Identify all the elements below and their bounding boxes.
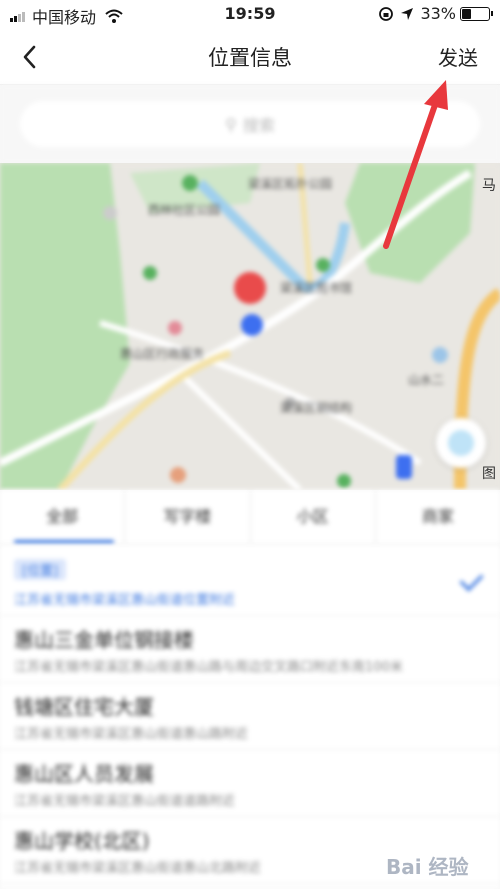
current-location-tag: [位置] [14,559,67,580]
tab-shops[interactable]: 商家 [376,490,500,544]
search-icon: ⚲ [225,114,237,134]
search-input[interactable]: ⚲ 搜索 [20,101,480,147]
map-edge-label-bottom: 图 [482,466,496,482]
locate-button[interactable] [436,418,486,468]
list-item[interactable]: 惠山区人员发展 江苏省无锡市梁溪区惠山街道道路附近 [0,750,500,817]
status-bar: 中国移动 19:59 33% [0,0,500,30]
map-poi-label: 惠山区行政服务 [120,347,205,361]
map-poi-label: 西林社区公园 [148,203,221,217]
orientation-lock-icon [379,6,394,21]
battery-fill [462,8,472,19]
page-title: 位置信息 [208,46,292,70]
tab-all[interactable]: 全部 [0,490,126,544]
selected-location-item[interactable]: [位置] 江苏省无锡市梁溪区惠山街道位置附近 [0,545,500,616]
search-placeholder: 搜索 [242,116,275,135]
tab-community[interactable]: 小区 [251,490,376,544]
map-edge-label-top: 马 [482,178,496,194]
map-poi-label: 梁溪区钢结构 [280,401,353,415]
selected-address: 江苏省无锡市梁溪区惠山街道位置附近 [14,593,236,608]
list-item[interactable]: 惠山三金单位钢接楼 江苏省无锡市梁溪区惠山街道惠山路与周边交叉路口附近东南100… [0,616,500,683]
check-icon [459,567,484,592]
baidu-jingyan-watermark: Bai 经验 [386,855,469,879]
list-item-title: 惠山区人员发展 [14,762,154,786]
list-item-address: 江苏省无锡市梁溪区惠山街道惠山北路附近 [14,861,262,876]
locate-icon [448,430,474,456]
list-item-title: 惠山三金单位钢接楼 [14,628,194,652]
list-item-address: 江苏省无锡市梁溪区惠山街道惠山路与周边交叉路口附近东南100米 [14,660,403,675]
battery-percent: 33% [420,4,456,23]
list-item-address: 江苏省无锡市梁溪区惠山街道道路附近 [14,794,236,809]
category-tabs: 全部 写字楼 小区 商家 [0,490,500,545]
list-item-address: 江苏省无锡市梁溪区惠山街道惠山路附近 [14,727,249,742]
map-layer: 梁溪区拓扑公园 西林社区公园 梁溪区图书馆 惠山区行政服务 山水二 梁溪区钢结构 [0,163,500,490]
nav-bar: 位置信息 发送 [0,30,500,85]
map-graphic [0,163,500,490]
map-poi-label: 梁溪区图书馆 [280,281,353,295]
tab-office[interactable]: 写字楼 [125,490,251,544]
map-view[interactable]: 梁溪区拓扑公园 西林社区公园 梁溪区图书馆 惠山区行政服务 山水二 梁溪区钢结构… [0,163,500,490]
send-button[interactable]: 发送 [438,42,478,71]
list-item[interactable]: 钱塘区住宅大厦 江苏省无锡市梁溪区惠山街道惠山路附近 [0,683,500,750]
map-poi-label: 山水二 [408,373,445,387]
active-tab-indicator [14,540,114,544]
location-list: [位置] 江苏省无锡市梁溪区惠山街道位置附近 惠山三金单位钢接楼 江苏省无锡市梁… [0,545,500,889]
list-item-title: 惠山学校(北区) [14,829,150,853]
search-area: ⚲ 搜索 [0,85,500,163]
status-right: 33% [378,4,493,23]
list-item-title: 钱塘区住宅大厦 [14,695,154,719]
battery-icon [460,6,493,21]
map-poi-label: 梁溪区拓扑公园 [248,177,333,191]
location-arrow-icon [401,7,414,20]
